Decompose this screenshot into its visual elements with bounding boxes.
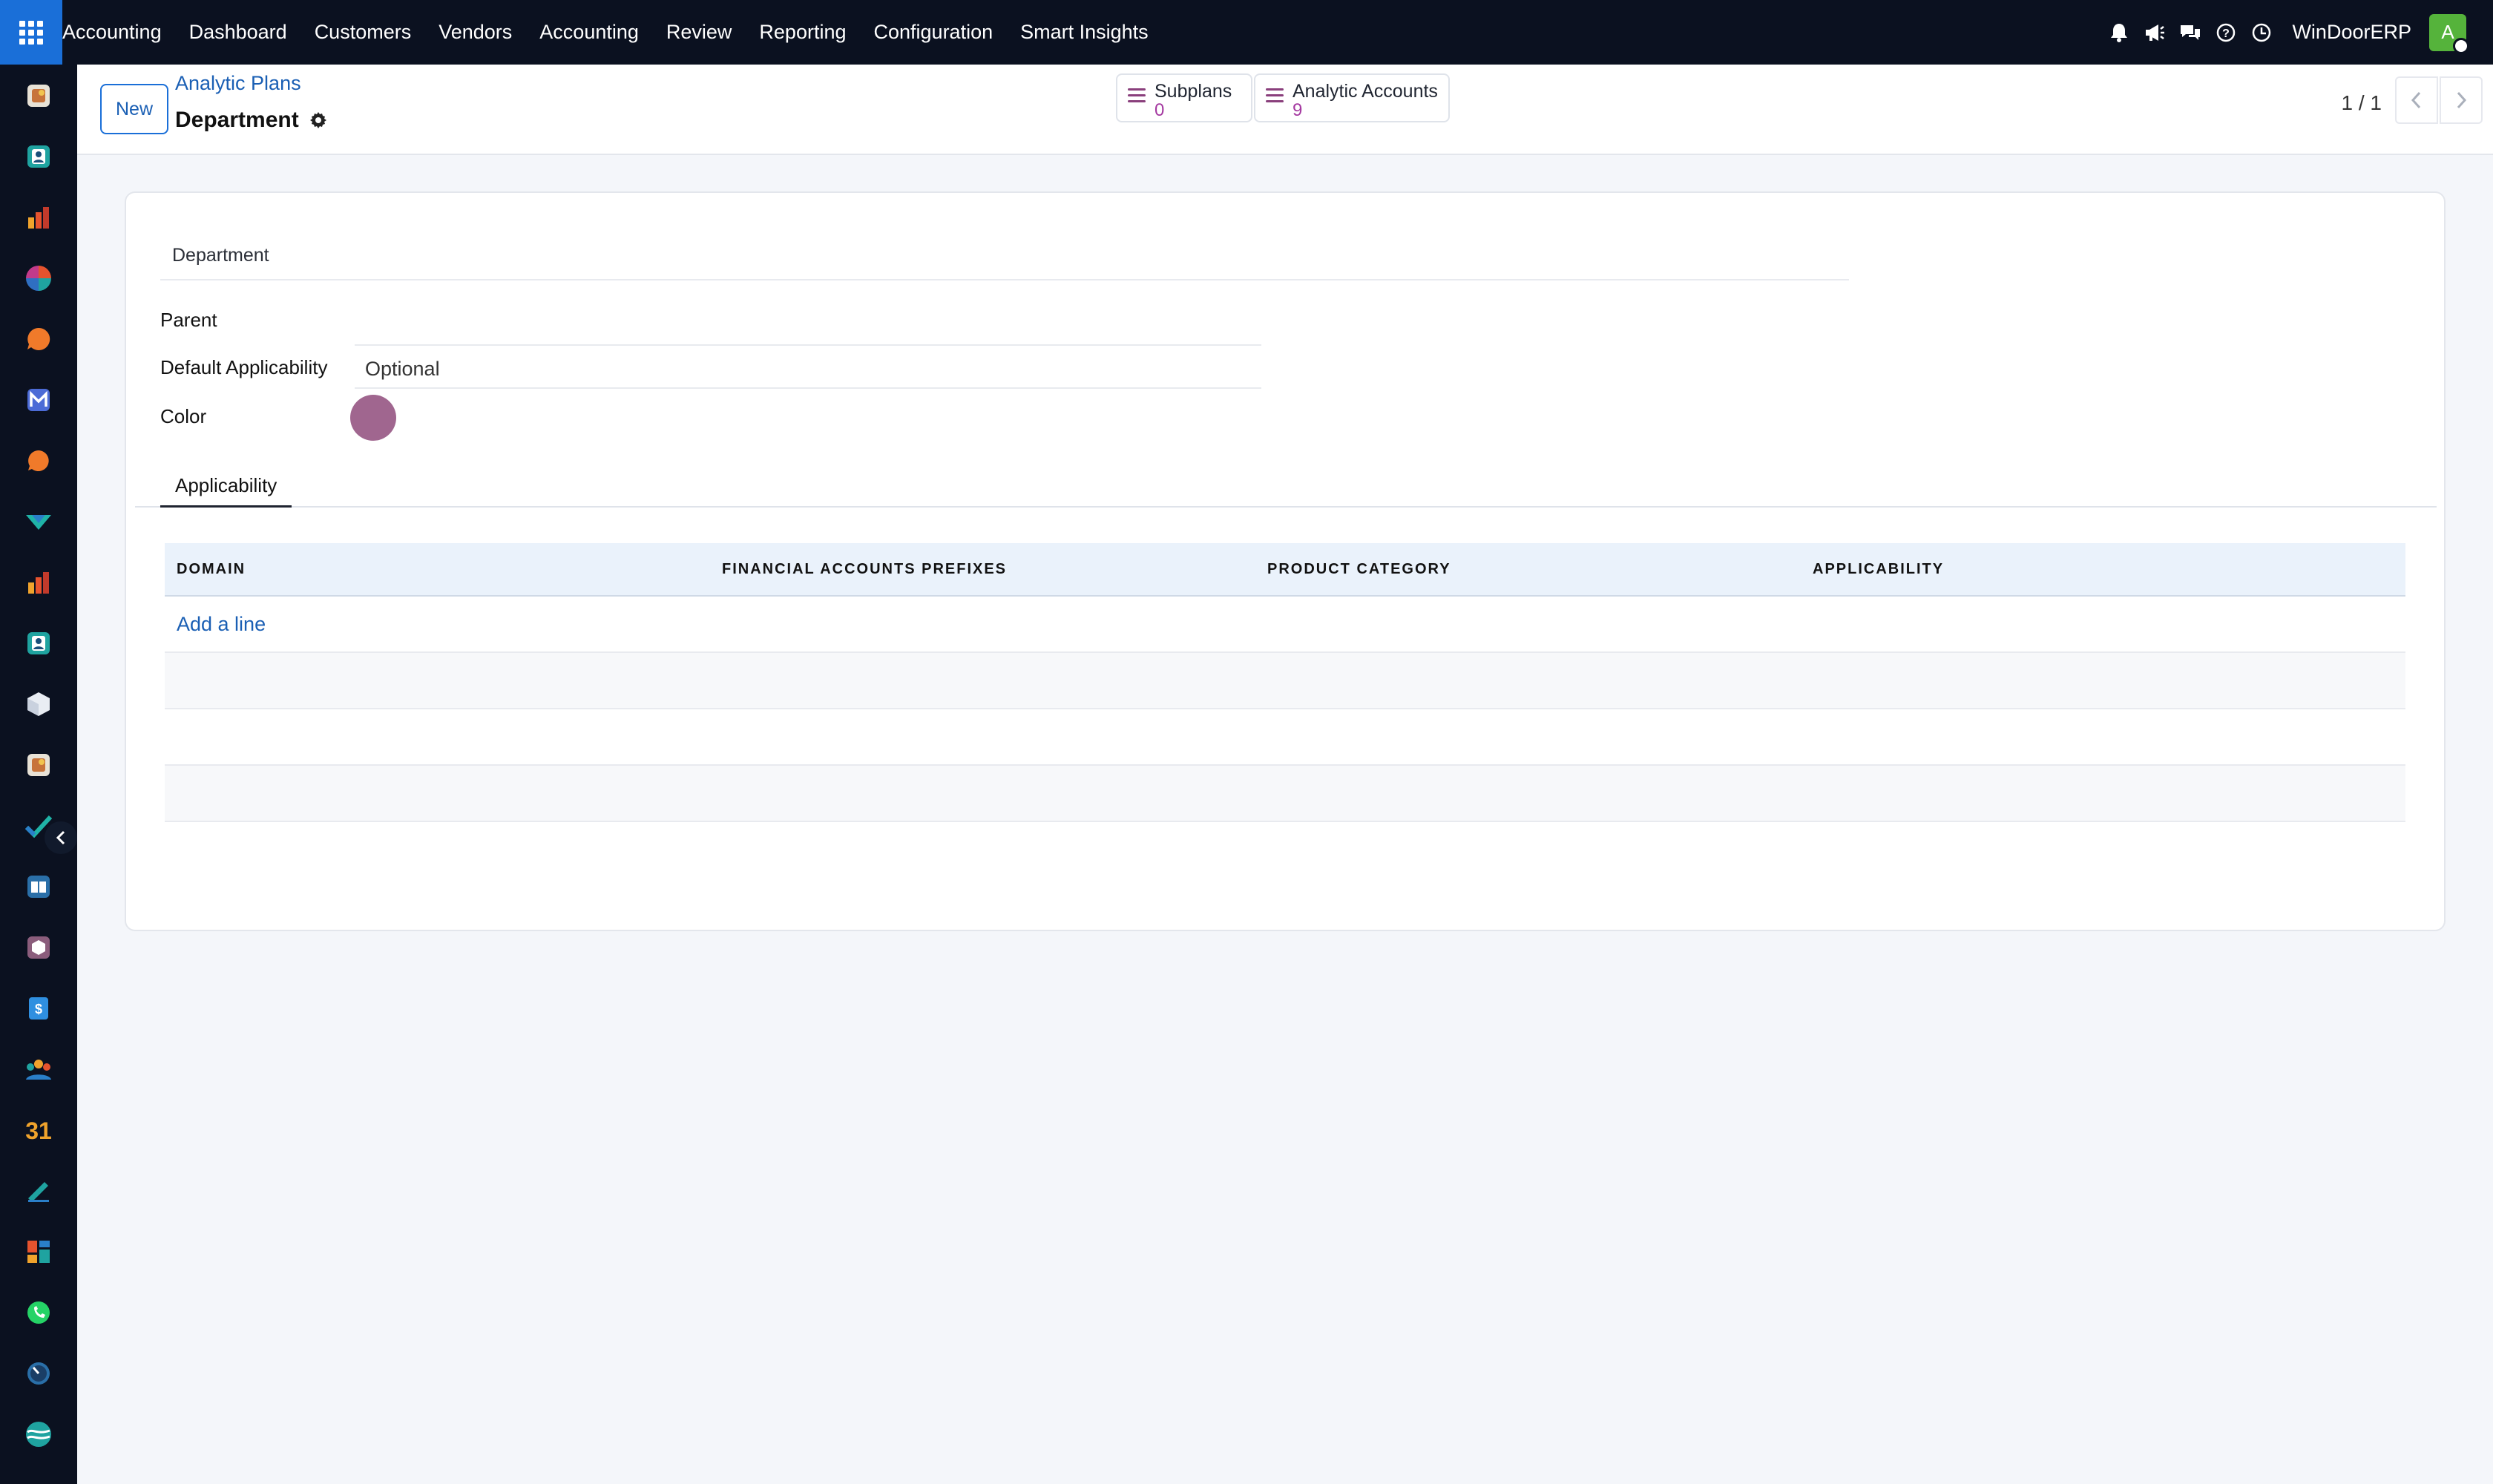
chevron-left-icon xyxy=(56,830,65,845)
pager-next-button[interactable] xyxy=(2440,76,2483,124)
mail-icon[interactable] xyxy=(23,384,54,416)
record-title: Department xyxy=(175,108,327,133)
parent-label: Parent xyxy=(160,309,217,331)
analytic-accounts-smart-button[interactable]: Analytic Accounts 9 xyxy=(1254,73,1450,122)
color-picker[interactable] xyxy=(350,395,396,441)
smart-button-label: Subplans xyxy=(1154,81,1232,102)
applicability-table: DOMAIN FINANCIAL ACCOUNTS PREFIXES PRODU… xyxy=(165,543,2405,822)
avatar-initial: A xyxy=(2441,21,2454,43)
chat-icon[interactable] xyxy=(2179,22,2201,44)
timer-icon[interactable] xyxy=(23,1358,54,1389)
gift-card-icon[interactable] xyxy=(23,80,54,111)
top-navbar: Accounting Dashboard Customers Vendors A… xyxy=(0,0,2493,65)
svg-text:$: $ xyxy=(35,1002,42,1017)
chevron-left-icon xyxy=(2411,91,2421,109)
employees-icon[interactable] xyxy=(23,1054,54,1085)
menu-item-smart-insights[interactable]: Smart Insights xyxy=(1020,21,1149,44)
gift-card-icon-2[interactable] xyxy=(23,749,54,781)
color-label: Color xyxy=(160,405,207,427)
pie-chart-icon[interactable] xyxy=(23,263,54,294)
user-avatar[interactable]: A xyxy=(2429,13,2469,54)
megaphone-icon[interactable] xyxy=(2144,22,2166,44)
smart-button-label: Analytic Accounts xyxy=(1293,81,1438,102)
menu-item-dashboard[interactable]: Dashboard xyxy=(189,21,287,44)
tab-applicability[interactable]: Applicability xyxy=(160,466,292,508)
wave-icon[interactable] xyxy=(23,1419,54,1450)
cube-icon[interactable] xyxy=(23,932,54,963)
inventory-check-icon[interactable] xyxy=(23,506,54,537)
bar-chart-icon-2[interactable] xyxy=(23,567,54,598)
discuss-icon[interactable] xyxy=(23,445,54,476)
sign-icon[interactable] xyxy=(23,1175,54,1206)
menu-item-review[interactable]: Review xyxy=(666,21,732,44)
menu-brand-accounting[interactable]: Accounting xyxy=(62,21,162,44)
record-title-text: Department xyxy=(175,108,299,132)
menu-item-configuration[interactable]: Configuration xyxy=(874,21,993,44)
default-applicability-label: Default Applicability xyxy=(160,356,328,378)
column-domain[interactable]: DOMAIN xyxy=(165,561,710,578)
column-applicability[interactable]: APPLICABILITY xyxy=(1801,561,2346,578)
app-sidebar: $ 31 xyxy=(0,65,77,1484)
dashboard-icon[interactable] xyxy=(23,1236,54,1267)
main-menu: Accounting Dashboard Customers Vendors A… xyxy=(62,0,1176,65)
subplans-smart-button[interactable]: Subplans 0 xyxy=(1116,73,1252,122)
status-dot xyxy=(2453,37,2469,54)
whatsapp-icon[interactable] xyxy=(23,1297,54,1328)
add-line-link[interactable]: Add a line xyxy=(165,597,266,636)
list-icon xyxy=(1266,88,1284,106)
bell-icon[interactable] xyxy=(2108,22,2130,44)
smart-button-count: 0 xyxy=(1154,100,1165,120)
package-icon[interactable] xyxy=(23,689,54,720)
apps-menu-button[interactable] xyxy=(0,0,62,65)
breadcrumb-analytic-plans[interactable]: Analytic Plans xyxy=(175,72,301,95)
control-panel: New Analytic Plans Department Subplans 0… xyxy=(77,65,2493,155)
knowledge-book-icon[interactable] xyxy=(23,871,54,902)
table-header: DOMAIN FINANCIAL ACCOUNTS PREFIXES PRODU… xyxy=(165,543,2405,597)
contacts-icon[interactable] xyxy=(23,141,54,172)
company-name[interactable]: WinDoorERP xyxy=(2292,21,2411,44)
svg-text:?: ? xyxy=(2223,27,2230,40)
table-row xyxy=(165,709,2405,766)
svg-text:31: 31 xyxy=(25,1117,52,1143)
menu-item-customers[interactable]: Customers xyxy=(315,21,412,44)
activity-clock-icon[interactable] xyxy=(2250,22,2273,44)
list-icon xyxy=(1128,88,1146,106)
apps-grid-icon xyxy=(19,20,43,45)
bar-chart-icon[interactable] xyxy=(23,202,54,233)
chevron-right-icon xyxy=(2457,91,2467,109)
chat-bubble-icon[interactable] xyxy=(23,324,54,355)
smart-button-count: 9 xyxy=(1293,100,1303,120)
form-sheet: Department Parent Default Applicability … xyxy=(125,191,2446,931)
table-row xyxy=(165,653,2405,709)
default-applicability-select[interactable]: Optional xyxy=(355,352,1261,389)
menu-item-reporting[interactable]: Reporting xyxy=(759,21,846,44)
column-product-category[interactable]: PRODUCT CATEGORY xyxy=(1255,561,1801,578)
contacts-icon-2[interactable] xyxy=(23,628,54,659)
notebook-tabs: Applicability xyxy=(135,466,2437,508)
parent-field[interactable] xyxy=(355,309,1261,346)
new-button[interactable]: New xyxy=(100,84,168,134)
pager-previous-button[interactable] xyxy=(2395,76,2438,124)
expense-icon[interactable]: $ xyxy=(23,993,54,1024)
column-financial-accounts-prefixes[interactable]: FINANCIAL ACCOUNTS PREFIXES xyxy=(710,561,1255,578)
menu-item-accounting[interactable]: Accounting xyxy=(539,21,639,44)
table-row xyxy=(165,766,2405,822)
gear-icon[interactable] xyxy=(309,111,327,129)
sidebar-collapse-button[interactable] xyxy=(45,821,77,854)
menu-item-vendors[interactable]: Vendors xyxy=(439,21,512,44)
help-icon[interactable]: ? xyxy=(2215,22,2237,44)
plan-name-input[interactable]: Department xyxy=(160,230,1849,280)
calendar-icon[interactable]: 31 xyxy=(23,1114,54,1146)
table-row: Add a line xyxy=(165,597,2405,653)
systray: ? WinDoorERP A xyxy=(2095,0,2469,65)
pager-value[interactable]: 1 / 1 xyxy=(2342,84,2382,122)
